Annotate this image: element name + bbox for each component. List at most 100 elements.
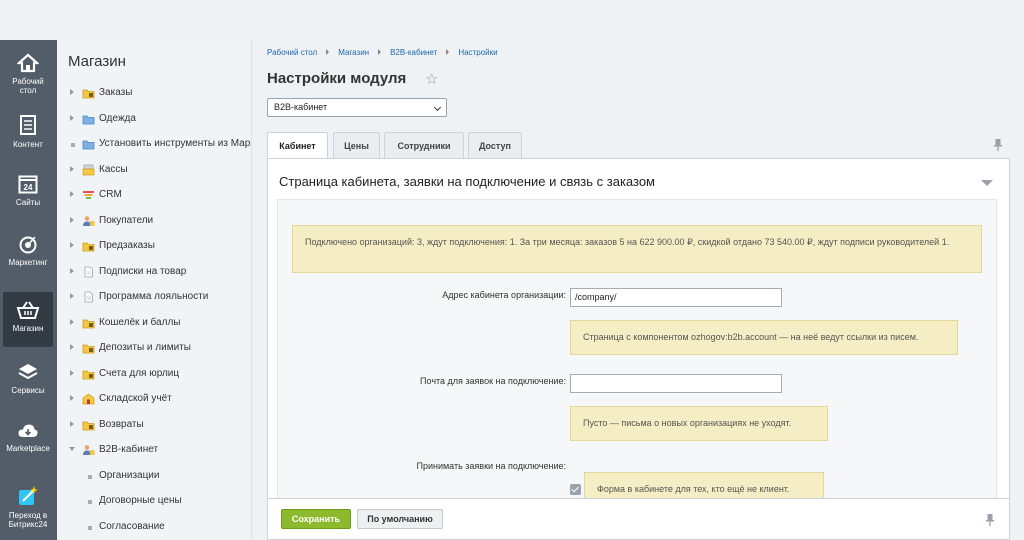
rail-item-marketplace[interactable]: Marketplace [3, 414, 53, 469]
rail-item-label: Сервисы [11, 386, 45, 395]
chevron-right-icon[interactable] [70, 318, 74, 325]
favorite-star-icon[interactable]: ☆ [425, 70, 438, 88]
users-icon [82, 444, 95, 455]
accept-requests-checkbox[interactable] [570, 484, 581, 495]
tree-item-label: Заказы [99, 87, 133, 98]
tab-cabinet[interactable]: Кабинет [267, 132, 328, 158]
tree-item-label: Установить инструменты из Маркетплейс [99, 138, 251, 149]
save-button[interactable]: Сохранить [281, 509, 351, 529]
rail-item-services[interactable]: Сервисы [3, 354, 53, 409]
tree-item[interactable]: CRM [57, 186, 251, 206]
pin-icon[interactable] [993, 138, 1003, 152]
lock-folder-icon [82, 342, 95, 354]
breadcrumb-item[interactable]: Магазин [338, 48, 369, 57]
main-content: Рабочий стол Магазин B2B-кабинет Настройки … [253, 40, 1024, 540]
tree-item[interactable]: Заказы [57, 84, 251, 104]
tree-item[interactable]: Установить инструменты из Маркетплейс [57, 135, 251, 155]
tree-item[interactable]: Кассы [57, 161, 251, 181]
tree-item-label: Подписки на товар [99, 265, 187, 277]
rail-item-label: Переход в Битрикс24 [8, 511, 48, 529]
chevron-right-icon[interactable] [70, 369, 74, 376]
page-icon [82, 291, 94, 303]
rail-item-marketing[interactable]: Маркетинг [3, 226, 53, 281]
target-icon [19, 236, 37, 254]
lock-folder-icon [82, 419, 95, 430]
chevron-right-icon[interactable] [70, 89, 74, 95]
module-select[interactable]: B2B-кабинет [267, 98, 447, 117]
chevron-right-icon[interactable] [70, 191, 74, 197]
calendar-icon: 24 [18, 175, 38, 194]
chevron-right-icon[interactable] [70, 165, 74, 172]
tree-subitem[interactable]: Договорные цены [57, 492, 251, 512]
collapse-arrow-icon[interactable] [981, 180, 993, 186]
request-email-input[interactable] [570, 374, 782, 393]
lock-folder-icon [82, 87, 95, 99]
chevron-right-icon[interactable] [70, 267, 74, 274]
rail-item-label: Marketplace [6, 444, 50, 453]
tree-item[interactable]: Возвраты [57, 416, 251, 436]
chevron-down-icon[interactable] [69, 447, 75, 451]
tree-item-label: Возвраты [99, 418, 144, 430]
tree-item[interactable]: Кошелёк и баллы [57, 314, 251, 334]
tree-item[interactable]: Подписки на товар [57, 263, 251, 283]
warehouse-icon [82, 393, 95, 405]
cabinet-address-label: Адрес кабинета организации: [442, 290, 566, 300]
tree-item[interactable]: B2B-кабинет [57, 441, 251, 461]
tree-item-label: CRM [99, 189, 122, 200]
chevron-right-icon[interactable] [70, 216, 74, 223]
chevron-right-icon[interactable] [70, 293, 74, 299]
tree-item[interactable]: Одежда [57, 110, 251, 130]
page-icon [82, 266, 94, 277]
tab-prices[interactable]: Цены [333, 132, 380, 158]
tree-item-label: B2B-кабинет [99, 444, 159, 455]
cash-register-icon [82, 164, 95, 175]
rail-item-label: Магазин [12, 324, 44, 333]
tree-subitem-label: Согласование [99, 520, 165, 532]
pin-icon[interactable] [985, 513, 995, 527]
rail-item-desktop[interactable]: Рабочий стол [3, 45, 53, 100]
cabinet-address-hint: Страница с компонентом ozhogov:b2b.accou… [570, 320, 958, 355]
tab-access[interactable]: Доступ [468, 132, 522, 158]
chevron-right-icon[interactable] [70, 242, 74, 248]
chevron-right-icon[interactable] [70, 420, 74, 427]
tree-item[interactable]: Складской учёт [57, 390, 251, 410]
rail-item-sites[interactable]: 24 Сайты [3, 166, 53, 221]
document-icon [20, 115, 36, 135]
breadcrumb-item[interactable]: Настройки [458, 48, 497, 57]
main-menu-rail: Рабочий стол Контент 24 Сайты Маркетинг … [0, 40, 57, 540]
rail-item-shop[interactable]: Магазин [3, 292, 53, 347]
tree-item[interactable]: Программа лояльности [57, 288, 251, 308]
chevron-right-icon[interactable] [70, 395, 74, 401]
tree-subitem[interactable]: Согласование [57, 518, 251, 538]
basket-icon [16, 301, 40, 319]
crm-icon [82, 189, 94, 200]
breadcrumb-item[interactable]: Рабочий стол [267, 48, 317, 57]
tree-item-label: Депозиты и лимиты [99, 342, 191, 353]
page-title: Настройки модуля [267, 70, 407, 87]
rail-item-label: Маркетинг [8, 258, 48, 267]
chevron-right-icon[interactable] [70, 344, 74, 350]
tree-item-label: Счета для юрлиц [99, 367, 180, 379]
tree-item[interactable]: Покупатели [57, 212, 251, 232]
form-footer: Сохранить По умолчанию [267, 498, 1010, 540]
cabinet-address-input[interactable]: /company/ [570, 288, 782, 307]
breadcrumb-item[interactable]: B2B-кабинет [390, 48, 437, 57]
bullet-icon [88, 525, 92, 530]
tree-subitem-label: Организации [99, 469, 160, 481]
chevron-right-icon[interactable] [70, 114, 74, 121]
tree-subitem-label: Договорные цены [99, 495, 182, 506]
tree-subitem[interactable]: Организации [57, 467, 251, 487]
tree-item[interactable]: Предзаказы [57, 237, 251, 257]
rail-item-content[interactable]: Контент [3, 106, 53, 161]
magic-wand-icon [19, 486, 38, 505]
default-button[interactable]: По умолчанию [357, 509, 443, 529]
tab-employees[interactable]: Сотрудники [384, 132, 464, 158]
tree-item[interactable]: Депозиты и лимиты [57, 339, 251, 359]
tree-item[interactable]: Счета для юрлиц [57, 365, 251, 385]
rail-item-bitrix24[interactable]: Переход в Битрикс24 [3, 477, 53, 539]
tree-item-label: Программа лояльности [99, 291, 209, 302]
cloud-download-icon [18, 424, 38, 437]
top-bar [0, 0, 1024, 40]
bullet-icon [88, 474, 92, 479]
rail-item-label: Сайты [15, 198, 41, 207]
